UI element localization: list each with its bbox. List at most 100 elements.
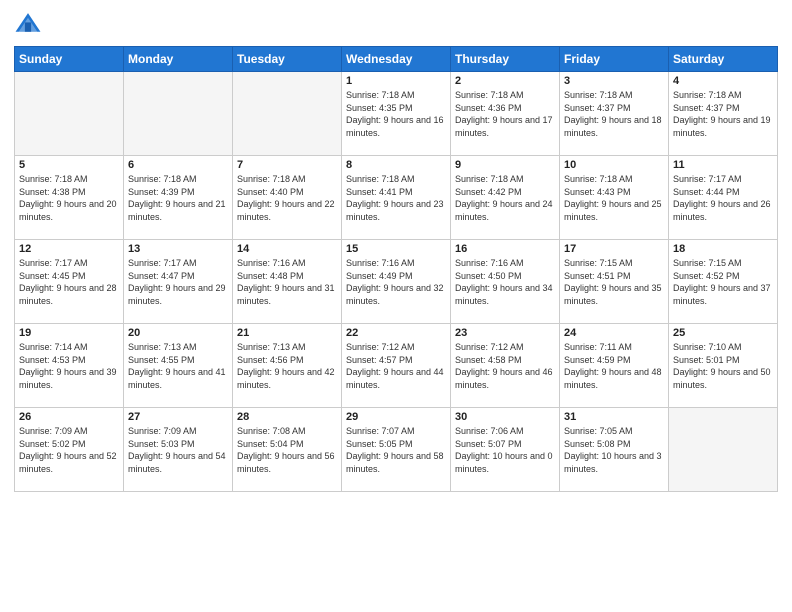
day-info: Sunrise: 7:11 AMSunset: 4:59 PMDaylight:… xyxy=(564,341,664,391)
calendar-cell: 15 Sunrise: 7:16 AMSunset: 4:49 PMDayligh… xyxy=(342,240,451,324)
day-info: Sunrise: 7:16 AMSunset: 4:50 PMDaylight:… xyxy=(455,257,555,307)
day-info: Sunrise: 7:18 AMSunset: 4:36 PMDaylight:… xyxy=(455,89,555,139)
day-number: 26 xyxy=(19,411,119,423)
calendar-cell: 4Sunrise: 7:18 AMSunset: 4:37 PMDaylight… xyxy=(669,72,778,156)
calendar-cell: 12 Sunrise: 7:17 AMSunset: 4:45 PMDayligh… xyxy=(15,240,124,324)
calendar-header-row: SundayMondayTuesdayWednesdayThursdayFrid… xyxy=(15,47,778,72)
calendar-cell: 26Sunrise: 7:09 AMSunset: 5:02 PMDayligh… xyxy=(15,408,124,492)
day-number: 14 xyxy=(237,243,337,255)
calendar-cell: 29Sunrise: 7:07 AMSunset: 5:05 PMDayligh… xyxy=(342,408,451,492)
calendar-cell: 9Sunrise: 7:18 AMSunset: 4:42 PMDaylight… xyxy=(451,156,560,240)
day-info: Sunrise: 7:17 AMSunset: 4:45 PMDaylight:… xyxy=(19,257,119,307)
day-info: Sunrise: 7:08 AMSunset: 5:04 PMDaylight:… xyxy=(237,425,337,475)
calendar-cell: 21 Sunrise: 7:13 AMSunset: 4:56 PMDayligh… xyxy=(233,324,342,408)
calendar-week-row: 1 Sunrise: 7:18 AMSunset: 4:35 PMDaylight… xyxy=(15,72,778,156)
day-info: Sunrise: 7:15 AMSunset: 4:52 PMDaylight:… xyxy=(673,257,773,307)
day-number: 16 xyxy=(455,243,555,255)
calendar-day-header: Sunday xyxy=(15,47,124,72)
calendar-week-row: 12 Sunrise: 7:17 AMSunset: 4:45 PMDayligh… xyxy=(15,240,778,324)
day-info: Sunrise: 7:12 AMSunset: 4:58 PMDaylight:… xyxy=(455,341,555,391)
day-info: Sunrise: 7:10 AMSunset: 5:01 PMDaylight:… xyxy=(673,341,773,391)
calendar-cell: 18 Sunrise: 7:15 AMSunset: 4:52 PMDayligh… xyxy=(669,240,778,324)
day-info: Sunrise: 7:18 AMSunset: 4:40 PMDaylight:… xyxy=(237,173,337,223)
calendar-cell xyxy=(669,408,778,492)
calendar-cell: 17 Sunrise: 7:15 AMSunset: 4:51 PMDayligh… xyxy=(560,240,669,324)
day-number: 13 xyxy=(128,243,228,255)
day-info: Sunrise: 7:16 AMSunset: 4:48 PMDaylight:… xyxy=(237,257,337,307)
logo-icon xyxy=(14,10,42,38)
day-info: Sunrise: 7:13 AMSunset: 4:55 PMDaylight:… xyxy=(128,341,228,391)
calendar-cell: 27 Sunrise: 7:09 AMSunset: 5:03 PMDayligh… xyxy=(124,408,233,492)
calendar-cell: 22Sunrise: 7:12 AMSunset: 4:57 PMDayligh… xyxy=(342,324,451,408)
calendar-cell: 14 Sunrise: 7:16 AMSunset: 4:48 PMDayligh… xyxy=(233,240,342,324)
calendar-cell xyxy=(15,72,124,156)
calendar-cell xyxy=(124,72,233,156)
day-info: Sunrise: 7:17 AMSunset: 4:44 PMDaylight:… xyxy=(673,173,773,223)
day-info: Sunrise: 7:18 AMSunset: 4:43 PMDaylight:… xyxy=(564,173,664,223)
day-number: 24 xyxy=(564,327,664,339)
calendar-day-header: Friday xyxy=(560,47,669,72)
calendar-table: SundayMondayTuesdayWednesdayThursdayFrid… xyxy=(14,46,778,492)
calendar-day-header: Thursday xyxy=(451,47,560,72)
day-number: 21 xyxy=(237,327,337,339)
day-info: Sunrise: 7:18 AMSunset: 4:37 PMDaylight:… xyxy=(673,89,773,139)
day-number: 20 xyxy=(128,327,228,339)
day-number: 11 xyxy=(673,159,773,171)
calendar-cell: 13Sunrise: 7:17 AMSunset: 4:47 PMDayligh… xyxy=(124,240,233,324)
calendar-cell: 20 Sunrise: 7:13 AMSunset: 4:55 PMDayligh… xyxy=(124,324,233,408)
calendar-day-header: Saturday xyxy=(669,47,778,72)
day-info: Sunrise: 7:18 AMSunset: 4:35 PMDaylight:… xyxy=(346,89,446,139)
day-number: 7 xyxy=(237,159,337,171)
day-number: 18 xyxy=(673,243,773,255)
day-info: Sunrise: 7:18 AMSunset: 4:41 PMDaylight:… xyxy=(346,173,446,223)
day-number: 12 xyxy=(19,243,119,255)
day-info: Sunrise: 7:18 AMSunset: 4:39 PMDaylight:… xyxy=(128,173,228,223)
calendar-cell: 23 Sunrise: 7:12 AMSunset: 4:58 PMDayligh… xyxy=(451,324,560,408)
day-number: 25 xyxy=(673,327,773,339)
day-number: 29 xyxy=(346,411,446,423)
calendar-cell: 6 Sunrise: 7:18 AMSunset: 4:39 PMDaylight… xyxy=(124,156,233,240)
day-number: 8 xyxy=(346,159,446,171)
day-info: Sunrise: 7:15 AMSunset: 4:51 PMDaylight:… xyxy=(564,257,664,307)
calendar-cell xyxy=(233,72,342,156)
day-number: 17 xyxy=(564,243,664,255)
calendar-cell: 8 Sunrise: 7:18 AMSunset: 4:41 PMDaylight… xyxy=(342,156,451,240)
day-info: Sunrise: 7:18 AMSunset: 4:37 PMDaylight:… xyxy=(564,89,664,139)
calendar-cell: 19 Sunrise: 7:14 AMSunset: 4:53 PMDayligh… xyxy=(15,324,124,408)
day-number: 5 xyxy=(19,159,119,171)
calendar-cell: 30 Sunrise: 7:06 AMSunset: 5:07 PMDayligh… xyxy=(451,408,560,492)
day-number: 27 xyxy=(128,411,228,423)
day-number: 1 xyxy=(346,75,446,87)
calendar-cell: 5Sunrise: 7:18 AMSunset: 4:38 PMDaylight… xyxy=(15,156,124,240)
day-info: Sunrise: 7:06 AMSunset: 5:07 PMDaylight:… xyxy=(455,425,555,475)
calendar-week-row: 26Sunrise: 7:09 AMSunset: 5:02 PMDayligh… xyxy=(15,408,778,492)
day-number: 30 xyxy=(455,411,555,423)
calendar-cell: 7 Sunrise: 7:18 AMSunset: 4:40 PMDaylight… xyxy=(233,156,342,240)
calendar-cell: 31Sunrise: 7:05 AMSunset: 5:08 PMDayligh… xyxy=(560,408,669,492)
calendar-cell: 24 Sunrise: 7:11 AMSunset: 4:59 PMDayligh… xyxy=(560,324,669,408)
day-number: 28 xyxy=(237,411,337,423)
calendar-cell: 16 Sunrise: 7:16 AMSunset: 4:50 PMDayligh… xyxy=(451,240,560,324)
header xyxy=(14,10,778,38)
day-info: Sunrise: 7:16 AMSunset: 4:49 PMDaylight:… xyxy=(346,257,446,307)
calendar-cell: 10Sunrise: 7:18 AMSunset: 4:43 PMDayligh… xyxy=(560,156,669,240)
day-info: Sunrise: 7:09 AMSunset: 5:03 PMDaylight:… xyxy=(128,425,228,475)
calendar-cell: 3 Sunrise: 7:18 AMSunset: 4:37 PMDaylight… xyxy=(560,72,669,156)
day-number: 15 xyxy=(346,243,446,255)
day-number: 23 xyxy=(455,327,555,339)
day-number: 9 xyxy=(455,159,555,171)
calendar-cell: 2 Sunrise: 7:18 AMSunset: 4:36 PMDaylight… xyxy=(451,72,560,156)
page-container: SundayMondayTuesdayWednesdayThursdayFrid… xyxy=(0,0,792,502)
day-number: 19 xyxy=(19,327,119,339)
calendar-week-row: 5Sunrise: 7:18 AMSunset: 4:38 PMDaylight… xyxy=(15,156,778,240)
day-info: Sunrise: 7:05 AMSunset: 5:08 PMDaylight:… xyxy=(564,425,664,475)
day-info: Sunrise: 7:13 AMSunset: 4:56 PMDaylight:… xyxy=(237,341,337,391)
day-info: Sunrise: 7:12 AMSunset: 4:57 PMDaylight:… xyxy=(346,341,446,391)
calendar-cell: 28 Sunrise: 7:08 AMSunset: 5:04 PMDayligh… xyxy=(233,408,342,492)
day-number: 2 xyxy=(455,75,555,87)
day-number: 3 xyxy=(564,75,664,87)
calendar-day-header: Monday xyxy=(124,47,233,72)
day-info: Sunrise: 7:14 AMSunset: 4:53 PMDaylight:… xyxy=(19,341,119,391)
day-number: 6 xyxy=(128,159,228,171)
calendar-day-header: Wednesday xyxy=(342,47,451,72)
